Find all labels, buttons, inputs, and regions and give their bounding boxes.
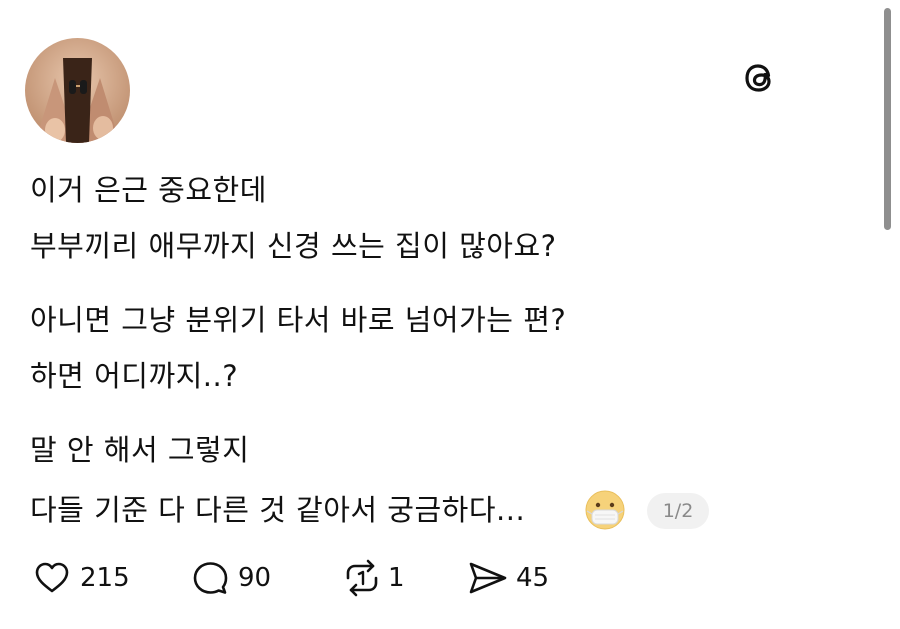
avatar[interactable]	[25, 38, 130, 143]
post-text-line-4: 하면 어디까지..?	[30, 359, 239, 393]
post-text-line-3: 아니면 그냥 분위기 타서 바로 넘어가는 편?	[30, 303, 567, 337]
send-icon	[469, 562, 507, 594]
profile-photo	[25, 38, 130, 143]
post-text-line-2: 부부끼리 애무까지 신경 쓰는 집이 많아요?	[30, 229, 557, 263]
repost-icon	[346, 559, 378, 597]
repost-button[interactable]: 1	[340, 556, 405, 600]
post-text-line-1: 이거 은근 중요한데	[30, 173, 267, 207]
face-with-medical-mask-emoji	[584, 489, 626, 531]
threads-post-screen: 이거 은근 중요한데 부부끼리 애무까지 신경 쓰는 집이 많아요? 아니면 그…	[0, 0, 900, 629]
post-text-line-6: 다들 기준 다 다른 것 같아서 궁금하다...	[30, 493, 526, 527]
comment-bubble-icon	[193, 562, 228, 594]
comment-count: 90	[238, 563, 272, 593]
heart-icon	[35, 562, 69, 593]
like-count: 215	[80, 563, 130, 593]
threads-logo-icon[interactable]	[740, 58, 780, 98]
post-text-line-5: 말 안 해서 그렇지	[30, 433, 250, 467]
share-count: 45	[516, 563, 550, 593]
like-button[interactable]: 215	[32, 556, 130, 600]
share-button[interactable]: 45	[466, 556, 549, 600]
repost-count: 1	[388, 563, 405, 593]
image-page-indicator: 1/2	[647, 493, 709, 529]
comment-button[interactable]: 90	[190, 556, 271, 600]
scrollbar[interactable]	[884, 8, 891, 230]
